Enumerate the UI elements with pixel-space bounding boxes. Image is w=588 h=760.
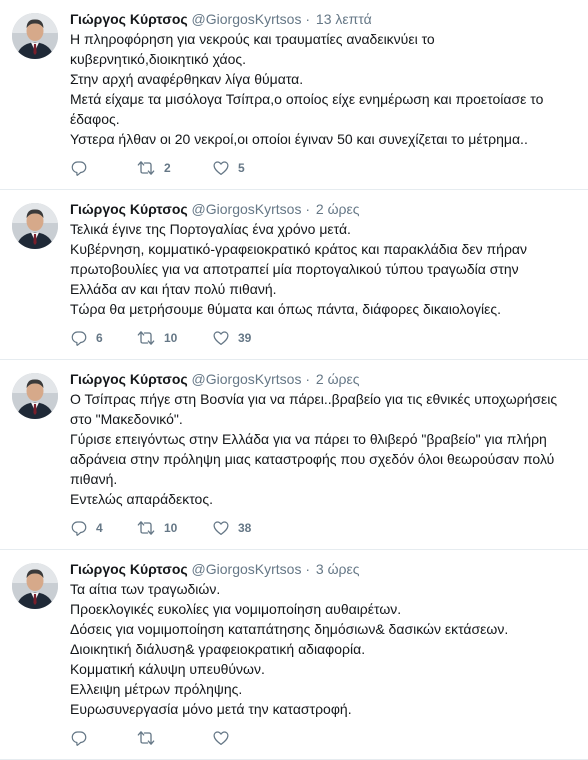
tweet[interactable]: Γιώργος Κύρτσος @GiorgosKyrtsos · 13 λεπ…	[0, 0, 588, 190]
retweet-icon	[137, 331, 155, 345]
retweet-icon	[137, 521, 155, 535]
tweet-text-line: Ελλάδα αν και ήταν πολύ πιθανή.	[70, 281, 277, 297]
like-button[interactable]: 5	[212, 159, 278, 177]
avatar-image	[12, 13, 58, 59]
avatar[interactable]	[12, 13, 58, 59]
retweet-icon	[137, 161, 155, 175]
tweet-text-line: αδράνεια στην πρόληψη μιας καταστροφής π…	[70, 451, 555, 467]
tweet-actions: 4 10 38	[70, 516, 576, 540]
separator-dot: ·	[305, 371, 311, 387]
user-handle[interactable]: @GiorgosKyrtsos	[192, 201, 302, 217]
heart-icon	[213, 521, 229, 535]
retweet-icon	[137, 731, 155, 745]
tweet-text-line: Μετά είχαμε τα μισόλογα Τσίπρα,ο οποίος …	[70, 91, 544, 107]
tweet-text: Ο Τσίπρας πήγε στη Βοσνία για να πάρει..…	[70, 389, 576, 509]
like-count: 5	[238, 161, 245, 175]
reply-count: 4	[96, 521, 103, 535]
tweet-text: Η πληροφόρηση για νεκρούς και τραυματίες…	[70, 29, 576, 149]
tweet-text-line: Ευρωσυνεργασία μόνο μετά την καταστροφή.	[70, 701, 352, 717]
reply-button[interactable]: 4	[70, 519, 136, 537]
reply-button[interactable]	[70, 159, 136, 177]
avatar-image	[12, 203, 58, 249]
reply-button[interactable]: 6	[70, 329, 136, 347]
tweet-text-line: Η πληροφόρηση για νεκρούς και τραυματίες…	[70, 31, 435, 47]
tweet-text-line: στο "Μακεδονικό".	[70, 411, 183, 427]
retweet-button[interactable]: 10	[136, 519, 212, 537]
user-handle[interactable]: @GiorgosKyrtsos	[192, 11, 302, 27]
avatar[interactable]	[12, 373, 58, 419]
tweet-text-line: Ελλειψη μέτρων πρόληψης.	[70, 681, 243, 697]
avatar[interactable]	[12, 203, 58, 249]
tweet[interactable]: Γιώργος Κύρτσος @GiorgosKyrtsos · 2 ώρες…	[0, 360, 588, 550]
retweet-button[interactable]: 10	[136, 329, 212, 347]
tweet-text-line: Κυβέρνηση, κομματικό-γραφειοκρατικό κράτ…	[70, 241, 528, 257]
like-button[interactable]	[212, 729, 278, 747]
tweet-text-line: πρωτοβουλίες για να αποτραπεί μία πορτογ…	[70, 261, 519, 277]
reply-icon	[71, 161, 87, 176]
separator-dot: ·	[305, 201, 311, 217]
avatar[interactable]	[12, 563, 58, 609]
tweet-text-line: Τώρα θα μετρήσουμε θύματα και όπως πάντα…	[70, 301, 502, 317]
tweet-text-line: κυβερνητικό,διοικητικό χάος.	[70, 51, 247, 67]
timeline: Γιώργος Κύρτσος @GiorgosKyrtsos · 13 λεπ…	[0, 0, 588, 760]
display-name[interactable]: Γιώργος Κύρτσος	[70, 11, 188, 27]
reply-button[interactable]	[70, 729, 136, 747]
tweet-timestamp[interactable]: 2 ώρες	[316, 371, 360, 387]
tweet-text-line: Διοικητική διάλυση& γραφειοκρατική αδιαφ…	[70, 641, 366, 657]
tweet-text-line: Δόσεις για νομιμοποίηση καταπάτησης δημό…	[70, 621, 509, 637]
retweet-count: 10	[164, 331, 178, 345]
tweet-timestamp[interactable]: 13 λεπτά	[316, 11, 372, 27]
tweet[interactable]: Γιώργος Κύρτσος @GiorgosKyrtsos · 3 ώρες…	[0, 550, 588, 760]
tweet-actions: 2 5	[70, 156, 576, 180]
like-button[interactable]: 39	[212, 329, 278, 347]
user-handle[interactable]: @GiorgosKyrtsos	[192, 371, 302, 387]
display-name[interactable]: Γιώργος Κύρτσος	[70, 371, 188, 387]
display-name[interactable]: Γιώργος Κύρτσος	[70, 201, 188, 217]
retweet-button[interactable]: 2	[136, 159, 212, 177]
tweet-text-line: Κομματική κάλυψη υπευθύνων.	[70, 661, 265, 677]
tweet-text-line: πιθανή.	[70, 471, 118, 487]
avatar-image	[12, 563, 58, 609]
tweet[interactable]: Γιώργος Κύρτσος @GiorgosKyrtsos · 2 ώρες…	[0, 190, 588, 360]
separator-dot: ·	[305, 11, 311, 27]
tweet-text-line: Ο Τσίπρας πήγε στη Βοσνία για να πάρει..…	[70, 391, 558, 407]
tweet-text-line: Υστερα ήλθαν οι 20 νεκροί,οι οποίοι έγιν…	[70, 131, 528, 147]
like-button[interactable]: 38	[212, 519, 278, 537]
tweet-text-line: Προεκλογικές ευκολίες για νομιμοποίηση α…	[70, 601, 402, 617]
tweet-text: Τελικά έγινε της Πορτογαλίας ένα χρόνο μ…	[70, 219, 576, 319]
tweet-text-line: Τελικά έγινε της Πορτογαλίας ένα χρόνο μ…	[70, 221, 351, 237]
reply-count: 6	[96, 331, 103, 345]
reply-icon	[71, 331, 87, 346]
heart-icon	[213, 331, 229, 345]
reply-icon	[71, 521, 87, 536]
heart-icon	[213, 161, 229, 175]
tweet-text-line: Εντελώς απαράδεκτος.	[70, 491, 213, 507]
tweet-text-line: Τα αίτια των τραγωδιών.	[70, 581, 221, 597]
tweet-header: Γιώργος Κύρτσος @GiorgosKyrtsos · 2 ώρες	[70, 200, 576, 218]
heart-icon	[213, 731, 229, 745]
tweet-text-line: έδαφος.	[70, 111, 120, 127]
like-count: 38	[238, 521, 252, 535]
like-count: 39	[238, 331, 252, 345]
retweet-count: 2	[164, 161, 171, 175]
tweet-text: Τα αίτια των τραγωδιών. Προεκλογικές ευκο…	[70, 579, 576, 719]
tweet-actions: 6 10 39	[70, 326, 576, 350]
tweet-timestamp[interactable]: 3 ώρες	[316, 561, 360, 577]
retweet-button[interactable]	[136, 729, 212, 747]
retweet-count: 10	[164, 521, 178, 535]
tweet-header: Γιώργος Κύρτσος @GiorgosKyrtsos · 3 ώρες	[70, 560, 576, 578]
display-name[interactable]: Γιώργος Κύρτσος	[70, 561, 188, 577]
separator-dot: ·	[305, 561, 311, 577]
tweet-timestamp[interactable]: 2 ώρες	[316, 201, 360, 217]
reply-icon	[71, 731, 87, 746]
tweet-actions	[70, 726, 576, 750]
avatar-image	[12, 373, 58, 419]
user-handle[interactable]: @GiorgosKyrtsos	[192, 561, 302, 577]
tweet-text-line: Γύρισε επειγόντως στην Ελλάδα για να πάρ…	[70, 431, 547, 447]
tweet-header: Γιώργος Κύρτσος @GiorgosKyrtsos · 13 λεπ…	[70, 10, 576, 28]
tweet-text-line: Στην αρχή αναφέρθηκαν λίγα θύματα.	[70, 71, 304, 87]
tweet-header: Γιώργος Κύρτσος @GiorgosKyrtsos · 2 ώρες	[70, 370, 576, 388]
